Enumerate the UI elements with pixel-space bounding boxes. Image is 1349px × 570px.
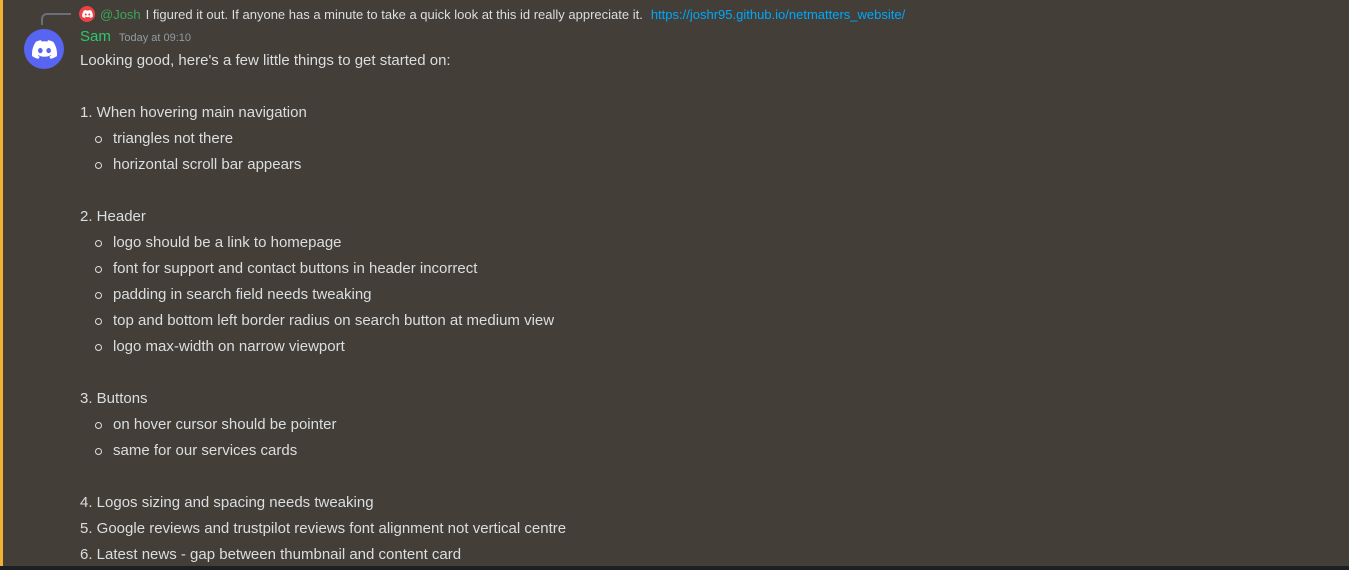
username[interactable]: Sam — [80, 28, 111, 45]
list-heading: 4. Logos sizing and spacing needs tweaki… — [80, 494, 374, 511]
list-heading: 5. Google reviews and trustpilot reviews… — [80, 520, 567, 537]
list-item-text: triangles not there — [113, 130, 234, 147]
list-item: top and bottom left border radius on sea… — [80, 308, 1310, 334]
list-item: horizontal scroll bar appears — [80, 152, 1310, 178]
reply-spine — [41, 13, 71, 25]
list-item: font for support and contact buttons in … — [80, 256, 1310, 282]
reply-text[interactable]: I figured it out. If anyone has a minute… — [146, 7, 643, 22]
timestamp[interactable]: Today at 09:10 — [119, 32, 191, 44]
bullet-icon — [95, 265, 102, 273]
bullet-icon — [95, 291, 102, 299]
list-item: triangles not there — [80, 126, 1310, 152]
message-intro: Looking good, here's a few little things… — [80, 52, 451, 69]
list-item-text: on hover cursor should be pointer — [113, 416, 337, 433]
list-heading: 3. Buttons — [80, 390, 148, 407]
message-header: Sam Today at 09:10 — [80, 28, 191, 45]
discord-logo-icon — [31, 39, 57, 59]
list-heading: 2. Header — [80, 208, 146, 225]
list-item: padding in search field needs tweaking — [80, 282, 1310, 308]
list-item-text: logo should be a link to homepage — [113, 234, 342, 251]
list-item-text: font for support and contact buttons in … — [113, 260, 478, 277]
list-item-text: top and bottom left border radius on sea… — [113, 312, 555, 329]
avatar[interactable] — [24, 29, 64, 69]
bullet-icon — [95, 421, 102, 429]
list-item: logo should be a link to homepage — [80, 230, 1310, 256]
bullet-icon — [95, 161, 102, 169]
bullet-icon — [95, 447, 102, 455]
bullet-icon — [95, 135, 102, 143]
reply-mention[interactable]: @Josh — [100, 7, 141, 22]
reply-link[interactable]: https://joshr95.github.io/netmatters_web… — [651, 7, 905, 22]
list-item: on hover cursor should be pointer — [80, 412, 1310, 438]
list-item-text: padding in search field needs tweaking — [113, 286, 372, 303]
list-heading: 1. When hovering main navigation — [80, 104, 307, 121]
list-item-text: same for our services cards — [113, 442, 298, 459]
list-item: same for our services cards — [80, 438, 1310, 464]
list-item: logo max-width on narrow viewport — [80, 334, 1310, 360]
list-item-text: horizontal scroll bar appears — [113, 156, 302, 173]
reply-preview[interactable]: @Josh I figured it out. If anyone has a … — [79, 5, 905, 23]
bullet-icon — [95, 317, 102, 325]
bullet-icon — [95, 239, 102, 247]
message-container: @Josh I figured it out. If anyone has a … — [0, 0, 1349, 566]
discord-logo-icon — [79, 6, 95, 22]
list-heading: 6. Latest news - gap between thumbnail a… — [80, 546, 462, 563]
message-body: Looking good, here's a few little things… — [80, 48, 1310, 568]
list-item-text: logo max-width on narrow viewport — [113, 338, 345, 355]
bullet-icon — [95, 343, 102, 351]
